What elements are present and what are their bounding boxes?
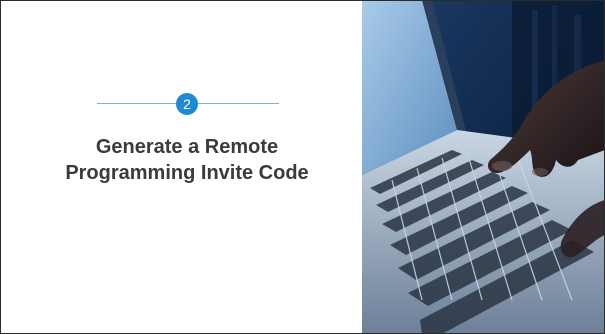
slide-title: Generate a Remote Programming Invite Cod… bbox=[20, 134, 354, 186]
title-panel: 2 Generate a Remote Programming Invite C… bbox=[0, 0, 362, 334]
slide-title-line-1: Generate a Remote bbox=[95, 136, 279, 158]
slide: 2 Generate a Remote Programming Invite C… bbox=[0, 0, 605, 334]
laptop-typing-photo bbox=[362, 0, 605, 334]
laptop-typing-illustration bbox=[362, 0, 605, 334]
slide-title-line-2: Programming Invite Code bbox=[65, 162, 309, 184]
step-number-badge: 2 bbox=[176, 93, 198, 115]
